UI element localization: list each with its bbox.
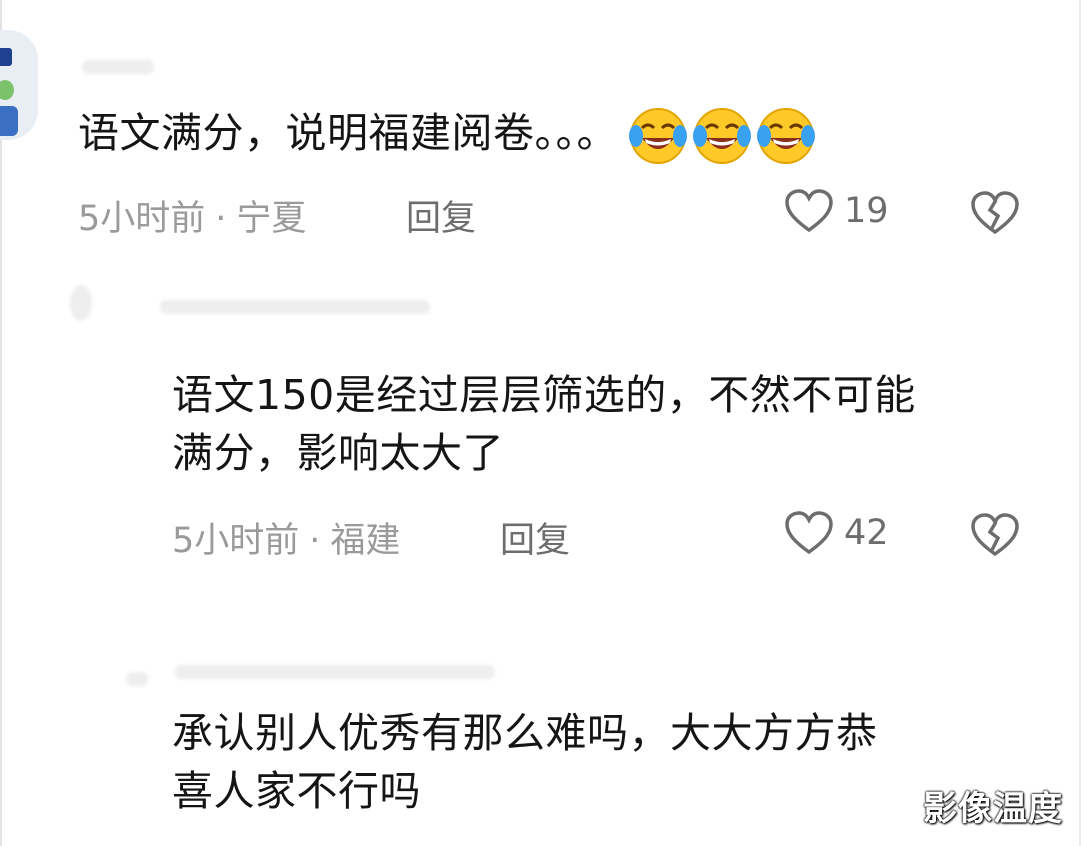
heart-outline-icon [785, 189, 833, 233]
blurred-username [160, 300, 430, 314]
like-count: 19 [844, 191, 889, 231]
comment-meta: 5小时前 · 福建 [172, 512, 400, 563]
blurred-username [82, 60, 154, 74]
comment-thread: 语文满分，说明福建阅卷。。。 5小时前 · 宁夏 回复 19 语文150是经过层… [0, 0, 1081, 846]
comment-location: 宁夏 [236, 199, 307, 239]
comment-meta: 5小时前 · 宁夏 [78, 190, 306, 241]
comment-text: 承认别人优秀有那么难吗，大大方方恭 喜人家不行吗 [172, 709, 878, 815]
like-button[interactable]: 19 [784, 188, 889, 234]
laughing-crying-emoji-icon [693, 108, 751, 164]
broken-heart-icon[interactable] [970, 190, 1020, 236]
blurred-avatar [126, 672, 148, 686]
like-count: 42 [844, 513, 889, 553]
comment-text: 语文满分，说明福建阅卷。。。 [78, 104, 816, 166]
heart-outline-icon [785, 511, 833, 555]
comment-time: 5小时前 [78, 199, 206, 239]
comment-text: 语文150是经过层层筛选的，不然不可能 满分，影响太大了 [172, 371, 916, 477]
blurred-avatar [70, 285, 92, 321]
like-button[interactable]: 42 [784, 510, 889, 556]
comment-time: 5小时前 [172, 521, 300, 561]
meta-separator: · [215, 199, 227, 239]
watermark: 影像温度 [923, 789, 1063, 829]
reply-button[interactable]: 回复 [500, 512, 570, 563]
broken-heart-icon[interactable] [970, 512, 1020, 558]
avatar[interactable] [0, 30, 38, 140]
blurred-username [175, 665, 495, 679]
comment-location: 福建 [330, 521, 401, 561]
reply-button[interactable]: 回复 [406, 190, 476, 241]
meta-separator: · [309, 521, 321, 561]
laughing-crying-emoji-icon [757, 108, 815, 164]
emoji-group [624, 106, 816, 166]
laughing-crying-emoji-icon [629, 108, 687, 164]
